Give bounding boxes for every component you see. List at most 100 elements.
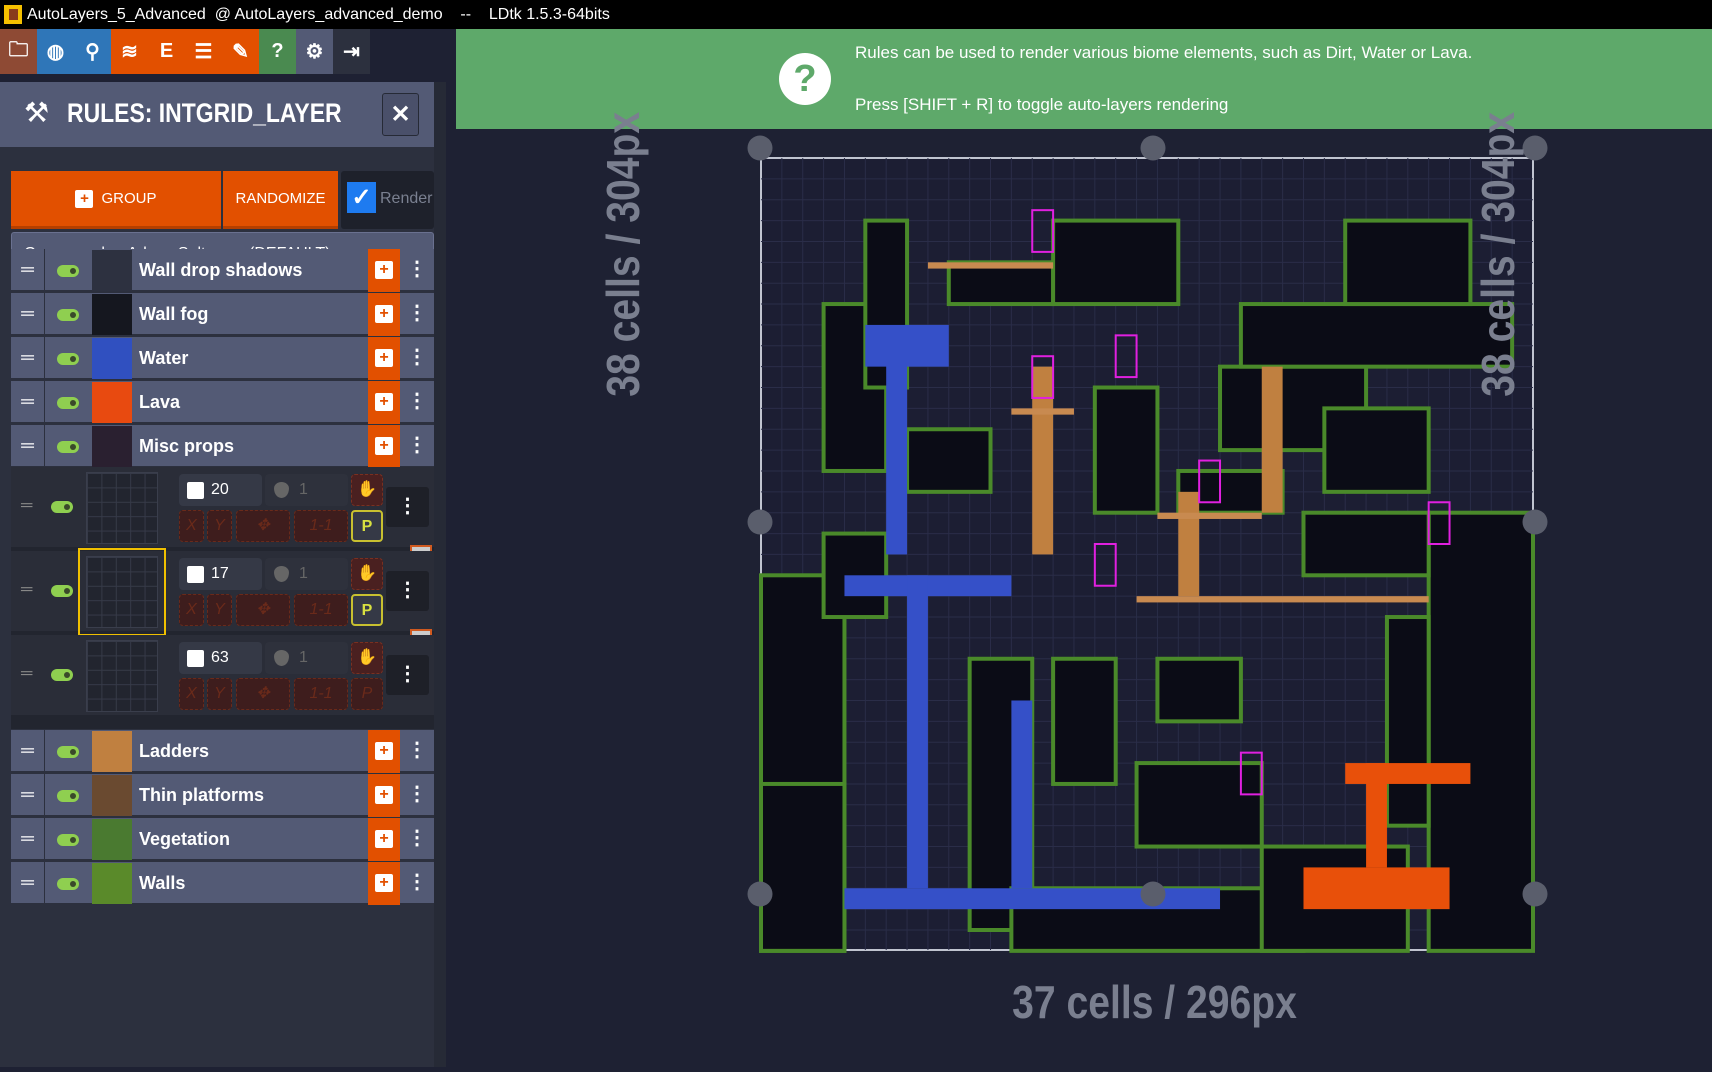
rule-group-misc-props[interactable]: ═ Misc props + ⋮	[11, 425, 434, 468]
drag-handle-icon[interactable]: ═	[21, 581, 32, 599]
world-icon[interactable]: ◍	[37, 29, 74, 74]
sub-rule[interactable]: ═ 63 1 ✋ X Y ✥ 1-1 P ⋮	[11, 635, 434, 715]
group-menu-button[interactable]: ⋮	[400, 730, 434, 773]
rule-group-wall-fog[interactable]: ═ Wall fog + ⋮	[11, 293, 434, 336]
flood-fill-field[interactable]: 1	[265, 558, 348, 590]
group-enabled-toggle[interactable]	[57, 309, 79, 321]
add-group-button[interactable]: + GROUP	[11, 171, 221, 229]
add-rule-button[interactable]: +	[368, 730, 400, 773]
drag-handle-icon[interactable]: ═	[21, 497, 32, 515]
drag-handle-icon[interactable]: ═	[21, 665, 32, 683]
drag-handle-icon[interactable]: ═	[11, 249, 45, 292]
sub-rule[interactable]: ═ 17 1 ✋ X Y ✥ 1-1 P ⋮	[11, 548, 434, 636]
perlin-button[interactable]: P	[351, 594, 383, 626]
resize-handle[interactable]	[747, 135, 773, 161]
flip-y-button[interactable]: Y	[207, 510, 232, 542]
group-menu-button[interactable]: ⋮	[400, 337, 434, 380]
location-pin-icon[interactable]: ⚲	[74, 29, 111, 74]
rule-menu-button[interactable]: ⋮	[386, 487, 429, 527]
entities-icon[interactable]: E	[148, 29, 185, 74]
randomize-button[interactable]: RANDOMIZE	[223, 171, 338, 229]
resize-handle[interactable]	[1522, 135, 1548, 161]
resize-handle[interactable]	[1522, 509, 1548, 535]
chance-field[interactable]: 63	[179, 642, 262, 674]
group-enabled-toggle[interactable]	[57, 790, 79, 802]
rule-menu-button[interactable]: ⋮	[386, 571, 429, 611]
enums-list-icon[interactable]: ☰	[185, 29, 222, 74]
flip-y-button[interactable]: Y	[207, 594, 232, 626]
resize-handle[interactable]	[1140, 135, 1166, 161]
resize-handle[interactable]	[1522, 881, 1548, 907]
chance-field[interactable]: 20	[179, 474, 262, 506]
add-rule-button[interactable]: +	[368, 249, 400, 292]
drag-handle-icon[interactable]: ═	[11, 381, 45, 424]
rule-group-walls[interactable]: ═ Walls + ⋮	[11, 862, 434, 905]
drag-handle-icon[interactable]: ═	[11, 774, 45, 817]
project-settings-icon[interactable]: 🗀	[0, 29, 37, 74]
rule-pattern-preview[interactable]	[86, 640, 158, 712]
rule-group-ladders[interactable]: ═ Ladders + ⋮	[11, 730, 434, 773]
add-rule-button[interactable]: +	[368, 774, 400, 817]
group-menu-button[interactable]: ⋮	[400, 862, 434, 905]
rule-menu-button[interactable]: ⋮	[386, 655, 429, 695]
drag-handle-icon[interactable]: ═	[11, 818, 45, 861]
add-rule-button[interactable]: +	[368, 381, 400, 424]
flood-fill-field[interactable]: 1	[265, 474, 348, 506]
render-checkbox[interactable]: ✓	[347, 182, 376, 213]
size-button[interactable]: 1-1	[294, 594, 348, 626]
hand-icon[interactable]: ✋	[351, 474, 383, 506]
group-menu-button[interactable]: ⋮	[400, 774, 434, 817]
group-menu-button[interactable]: ⋮	[400, 818, 434, 861]
size-button[interactable]: 1-1	[294, 678, 348, 710]
resize-handle[interactable]	[747, 509, 773, 535]
chance-field[interactable]: 17	[179, 558, 262, 590]
flip-x-button[interactable]: X	[179, 678, 204, 710]
rule-enabled-toggle[interactable]	[51, 501, 73, 513]
group-enabled-toggle[interactable]	[57, 353, 79, 365]
layers-icon[interactable]: ≋	[111, 29, 148, 74]
flip-x-button[interactable]: X	[179, 594, 204, 626]
group-menu-button[interactable]: ⋮	[400, 381, 434, 424]
group-enabled-toggle[interactable]	[57, 746, 79, 758]
level-canvas[interactable]: 38 cells / 304px 38 cells / 304px 37 cel…	[456, 112, 1712, 1067]
group-enabled-toggle[interactable]	[57, 265, 79, 277]
move-icon[interactable]: ✥	[236, 594, 290, 626]
rule-pattern-preview[interactable]	[78, 548, 166, 636]
rule-enabled-toggle[interactable]	[51, 669, 73, 681]
group-enabled-toggle[interactable]	[57, 834, 79, 846]
settings-gear-icon[interactable]: ⚙	[296, 29, 333, 74]
perlin-button[interactable]: P	[351, 510, 383, 542]
add-rule-button[interactable]: +	[368, 425, 400, 468]
group-menu-button[interactable]: ⋮	[400, 249, 434, 292]
hand-icon[interactable]: ✋	[351, 642, 383, 674]
tilesets-brush-icon[interactable]: ✎	[222, 29, 259, 74]
move-icon[interactable]: ✥	[236, 678, 290, 710]
flip-y-button[interactable]: Y	[207, 678, 232, 710]
group-enabled-toggle[interactable]	[57, 878, 79, 890]
resize-handle[interactable]	[747, 881, 773, 907]
flip-x-button[interactable]: X	[179, 510, 204, 542]
add-rule-button[interactable]: +	[368, 337, 400, 380]
move-icon[interactable]: ✥	[236, 510, 290, 542]
rule-group-vegetation[interactable]: ═ Vegetation + ⋮	[11, 818, 434, 861]
drag-handle-icon[interactable]: ═	[11, 730, 45, 773]
rule-group-lava[interactable]: ═ Lava + ⋮	[11, 381, 434, 424]
group-enabled-toggle[interactable]	[57, 397, 79, 409]
rule-pattern-preview[interactable]	[86, 472, 158, 544]
flood-fill-field[interactable]: 1	[265, 642, 348, 674]
resize-handle[interactable]	[1140, 881, 1166, 907]
size-button[interactable]: 1-1	[294, 510, 348, 542]
drag-handle-icon[interactable]: ═	[11, 862, 45, 905]
rule-group-wall-drop-shadows[interactable]: ═ Wall drop shadows + ⋮	[11, 249, 434, 292]
add-rule-button[interactable]: +	[368, 293, 400, 336]
rule-group-thin-platforms[interactable]: ═ Thin platforms + ⋮	[11, 774, 434, 817]
group-menu-button[interactable]: ⋮	[400, 425, 434, 468]
add-rule-button[interactable]: +	[368, 818, 400, 861]
render-toggle[interactable]: ✓ Render	[341, 171, 434, 229]
perlin-button[interactable]: P	[351, 678, 383, 710]
rule-group-water[interactable]: ═ Water + ⋮	[11, 337, 434, 380]
close-button[interactable]: ✕	[382, 93, 419, 136]
drag-handle-icon[interactable]: ═	[11, 425, 45, 468]
group-menu-button[interactable]: ⋮	[400, 293, 434, 336]
drag-handle-icon[interactable]: ═	[11, 337, 45, 380]
